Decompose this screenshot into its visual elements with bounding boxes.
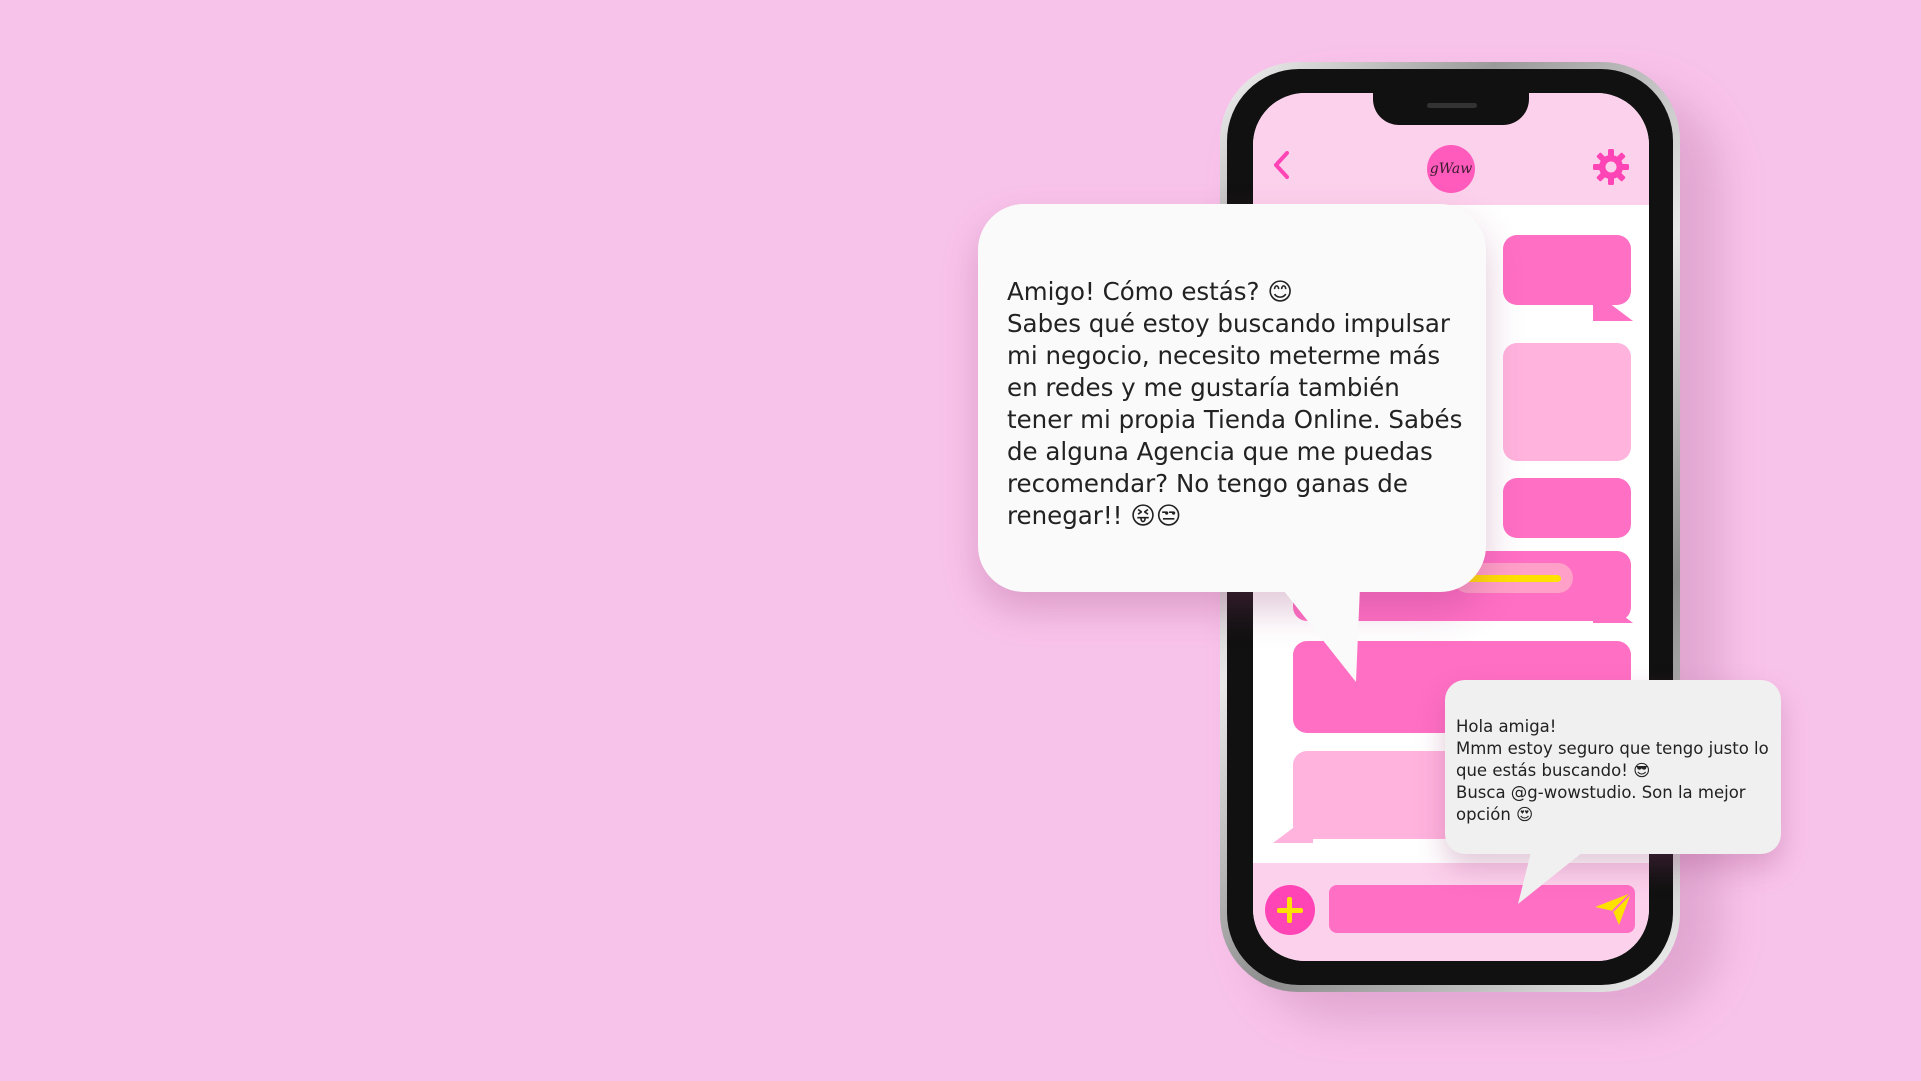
chat-bubble — [1503, 343, 1631, 461]
gear-icon[interactable] — [1591, 147, 1631, 187]
bubble-tail — [1593, 593, 1633, 623]
callout-tail — [1518, 848, 1588, 904]
bubble-tail — [1593, 291, 1633, 321]
send-icon[interactable] — [1593, 891, 1633, 927]
composer-bar — [1253, 863, 1649, 961]
brand-logo[interactable]: gWaw — [1427, 145, 1475, 193]
bubble-tail — [1273, 813, 1313, 843]
speaker-grille — [1427, 103, 1477, 108]
plus-icon[interactable] — [1265, 885, 1315, 935]
chevron-left-icon[interactable] — [1267, 149, 1299, 181]
incoming-message-text: Amigo! Cómo estás? 😊 Sabes qué estoy bus… — [1007, 277, 1463, 530]
scene: gWaw Amigo! Cómo estás? 😊 Sabes qué esto… — [0, 0, 1921, 1081]
callout-tail — [1280, 586, 1360, 682]
message-input[interactable] — [1329, 885, 1635, 933]
reply-message-text: Hola amiga! Mmm estoy seguro que tengo j… — [1456, 717, 1769, 824]
chat-bubble — [1503, 478, 1631, 538]
typing-indicator-line — [1465, 575, 1561, 582]
logo-text: gWaw — [1429, 161, 1473, 177]
phone-notch — [1373, 93, 1529, 125]
